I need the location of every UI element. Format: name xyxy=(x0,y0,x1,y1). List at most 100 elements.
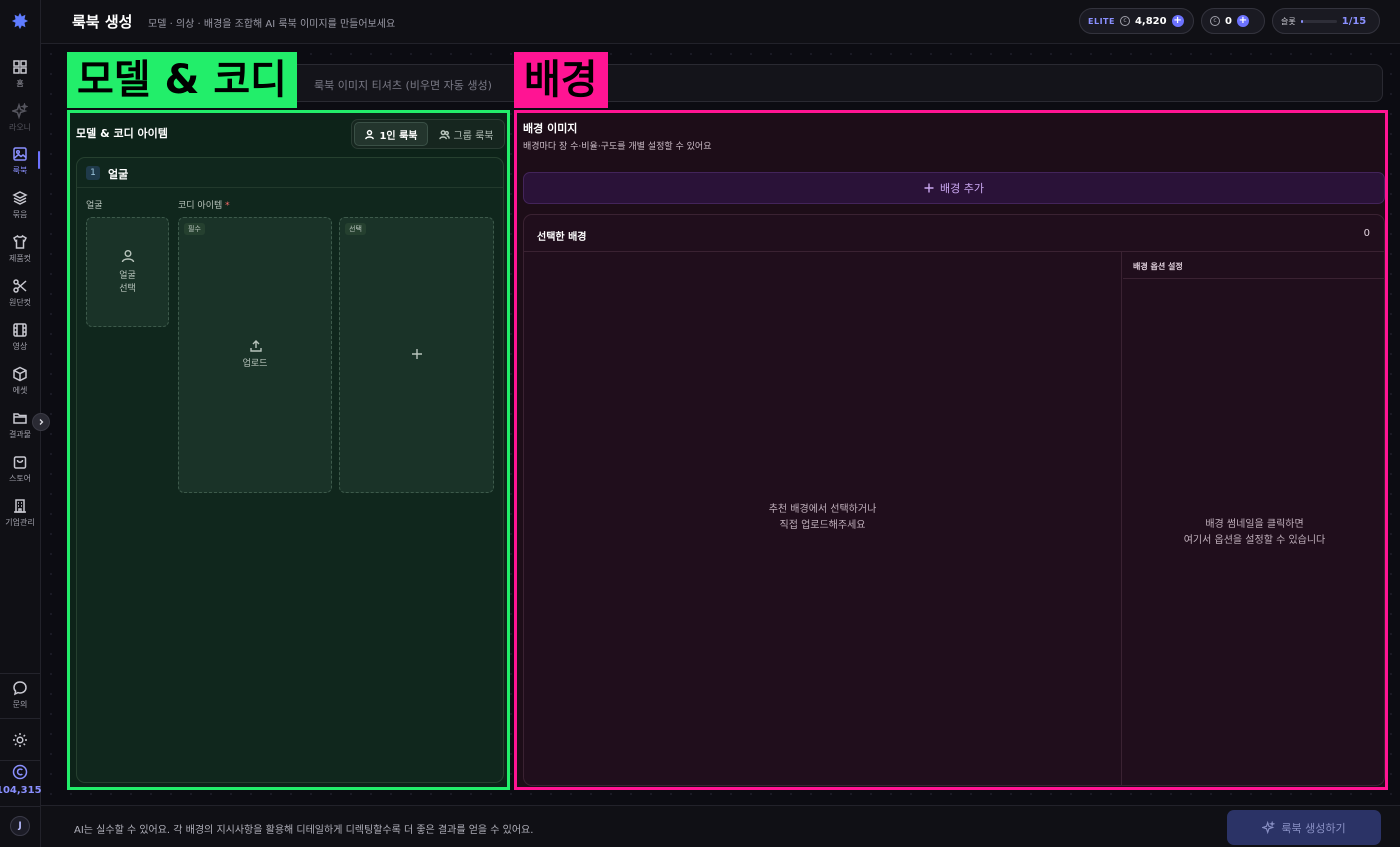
upload-icon xyxy=(250,340,262,352)
copyright-coin-icon xyxy=(12,764,28,780)
generate-lookbook-button[interactable]: 룩북 생성하기 xyxy=(1227,810,1381,845)
sidebar-item-label: 룩북 xyxy=(12,166,28,175)
sidebar-expand-button[interactable] xyxy=(32,413,50,431)
footer-note: AI는 실수할 수 있어요. 각 배경의 지시사항을 활용해 디테일하게 디렉팅… xyxy=(74,825,534,836)
sidebar-item-label: 스토어 xyxy=(8,474,32,483)
sidebar-divider xyxy=(0,806,40,807)
sidebar-item-home[interactable]: 홈 xyxy=(0,54,40,94)
person-icon xyxy=(121,250,135,263)
secondary-credit-pill[interactable]: c 0 + xyxy=(1201,8,1265,34)
empty-line-2: 직접 업로드해주세요 xyxy=(779,520,866,531)
sidebar-item-label: 묶음 xyxy=(12,210,28,219)
secondary-credit-amount: 0 xyxy=(1225,15,1232,27)
chevron-right-icon xyxy=(39,419,44,425)
slot-pill[interactable]: 슬롯 1/15 xyxy=(1272,8,1380,34)
required-item-upload-slot[interactable]: 필수 업로드 xyxy=(178,217,332,493)
face-slot-line-2: 선택 xyxy=(119,284,136,294)
coin-icon: c xyxy=(1210,16,1220,26)
slot-progress-bar xyxy=(1300,19,1337,23)
sun-icon xyxy=(13,733,27,747)
tier-badge: ELITE xyxy=(1088,16,1115,26)
add-credit-icon[interactable]: + xyxy=(1171,15,1184,27)
grid-icon xyxy=(13,60,27,74)
required-tag: 필수 xyxy=(184,223,205,235)
sidebar-item-label: 홈 xyxy=(16,79,24,88)
sidebar-item-raoni[interactable]: 라오니 xyxy=(0,98,40,138)
sidebar-item-inquiry[interactable]: 문의 xyxy=(0,675,40,715)
selected-background-header: 선택한 배경 0 xyxy=(524,215,1384,252)
coordi-label: 코디 아이템 * xyxy=(178,198,230,211)
layers-icon xyxy=(12,191,28,205)
selected-background-title: 선택한 배경 xyxy=(537,232,587,243)
options-empty-message: 배경 썸네일을 클릭하면 여기서 옵션을 설정할 수 있습니다 xyxy=(1123,517,1384,549)
optional-item-slot[interactable]: 선택 xyxy=(339,217,494,493)
chat-bubble-icon xyxy=(13,681,27,696)
card-title: 얼굴 xyxy=(108,168,129,181)
group-lookbook-label: 그룹 룩북 xyxy=(453,130,494,142)
image-icon xyxy=(13,147,27,161)
single-lookbook-label: 1인 룩북 xyxy=(379,130,418,142)
slot-progress-fill xyxy=(1300,19,1304,23)
add-credit-icon[interactable]: + xyxy=(1236,15,1249,27)
plus-icon xyxy=(924,183,934,193)
background-options-pane: 배경 옵션 설정 배경 썸네일을 클릭하면 여기서 옵션을 설정할 수 있습니다 xyxy=(1123,252,1384,785)
selected-background-count: 0 xyxy=(1363,228,1370,239)
coordi-label-text: 코디 아이템 xyxy=(178,201,223,211)
sidebar-credit-box[interactable]: 104,315 xyxy=(0,764,42,796)
options-line-1: 배경 썸네일을 클릭하면 xyxy=(1205,519,1304,530)
credit-total: 104,315 xyxy=(0,785,42,796)
prompt-placeholder: 룩북 이미지 티셔츠 (비우면 자동 생성) xyxy=(314,79,492,92)
sidebar-item-lookbook[interactable]: 룩북 xyxy=(0,141,40,181)
upload-text: 업로드 xyxy=(242,359,268,369)
sidebar-item-product[interactable]: 제품컷 xyxy=(0,229,40,269)
model-coordi-panel: 모델 & 코디 아이템 1인 룩북 그룹 룩북 1 얼굴 얼굴 코디 아이템 *… xyxy=(67,110,510,790)
sidebar-item-enterprise[interactable]: 기업관리 xyxy=(0,493,40,533)
sidebar-item-label: 영상 xyxy=(12,342,28,351)
sidebar-item-fabric[interactable]: 원단컷 xyxy=(0,273,40,313)
selected-background-list: 추천 배경에서 선택하거나 직접 업로드해주세요 xyxy=(524,252,1122,785)
building-icon xyxy=(14,499,26,513)
generate-lookbook-label: 룩북 생성하기 xyxy=(1281,821,1346,835)
shirt-icon xyxy=(13,234,27,249)
bg-panel-title: 배경 이미지 xyxy=(523,122,578,135)
person-icon xyxy=(365,129,375,139)
cube-icon xyxy=(13,366,27,382)
lookbook-mode-toggle: 1인 룩북 그룹 룩북 xyxy=(351,119,505,149)
model-panel-title: 모델 & 코디 아이템 xyxy=(76,127,168,140)
single-lookbook-tab[interactable]: 1인 룩북 xyxy=(354,122,428,146)
sidebar-item-label: 라오니 xyxy=(8,123,32,132)
face-slot-text: 얼굴선택 xyxy=(87,270,168,296)
face-slot-line-1: 얼굴 xyxy=(119,271,136,281)
face-select-slot[interactable]: 얼굴선택 xyxy=(86,217,169,327)
background-options-title: 배경 옵션 설정 xyxy=(1133,262,1183,271)
sidebar-item-label: 제품컷 xyxy=(8,254,32,263)
sidebar-divider xyxy=(0,673,40,674)
sidebar-item-label: 원단컷 xyxy=(8,298,32,307)
logo-icon[interactable] xyxy=(8,9,32,33)
plan-credit-pill[interactable]: ELITE c 4,820 + xyxy=(1079,8,1194,34)
group-lookbook-tab[interactable]: 그룹 룩북 xyxy=(430,122,502,146)
sidebar-divider xyxy=(0,718,40,719)
sidebar-item-label: 기업관리 xyxy=(5,518,35,527)
top-header: 룩북 생성 모델 · 의상 · 배경을 조합해 AI 룩북 이미지를 만들어보세… xyxy=(41,0,1400,44)
empty-background-message: 추천 배경에서 선택하거나 직접 업로드해주세요 xyxy=(524,502,1121,534)
card-number: 1 xyxy=(86,166,100,180)
empty-line-1: 추천 배경에서 선택하거나 xyxy=(768,504,877,515)
avatar[interactable]: J xyxy=(10,816,30,836)
add-background-label: 배경 추가 xyxy=(940,182,984,195)
add-background-button[interactable]: 배경 추가 xyxy=(523,172,1385,204)
sidebar-item-bundle[interactable]: 묶음 xyxy=(0,185,40,225)
bag-icon xyxy=(13,456,27,469)
sidebar-item-asset[interactable]: 에셋 xyxy=(0,361,40,401)
active-indicator xyxy=(38,151,40,169)
page-title: 룩북 생성 xyxy=(72,13,133,31)
page-subtitle: 모델 · 의상 · 배경을 조합해 AI 룩북 이미지를 만들어보세요 xyxy=(148,19,396,30)
sidebar-item-store[interactable]: 스토어 xyxy=(0,449,40,489)
bg-panel-subtitle: 배경마다 장 수·비율·구도를 개별 설정할 수 있어요 xyxy=(523,142,712,152)
sidebar-item-label: 문의 xyxy=(12,700,28,709)
theme-toggle-button[interactable] xyxy=(0,720,40,760)
sidebar-item-video[interactable]: 영상 xyxy=(0,317,40,357)
optional-tag: 선택 xyxy=(345,223,366,235)
slot-value: 1/15 xyxy=(1341,15,1367,27)
background-panel: 배경 이미지 배경마다 장 수·비율·구도를 개별 설정할 수 있어요 배경 추… xyxy=(514,110,1388,790)
